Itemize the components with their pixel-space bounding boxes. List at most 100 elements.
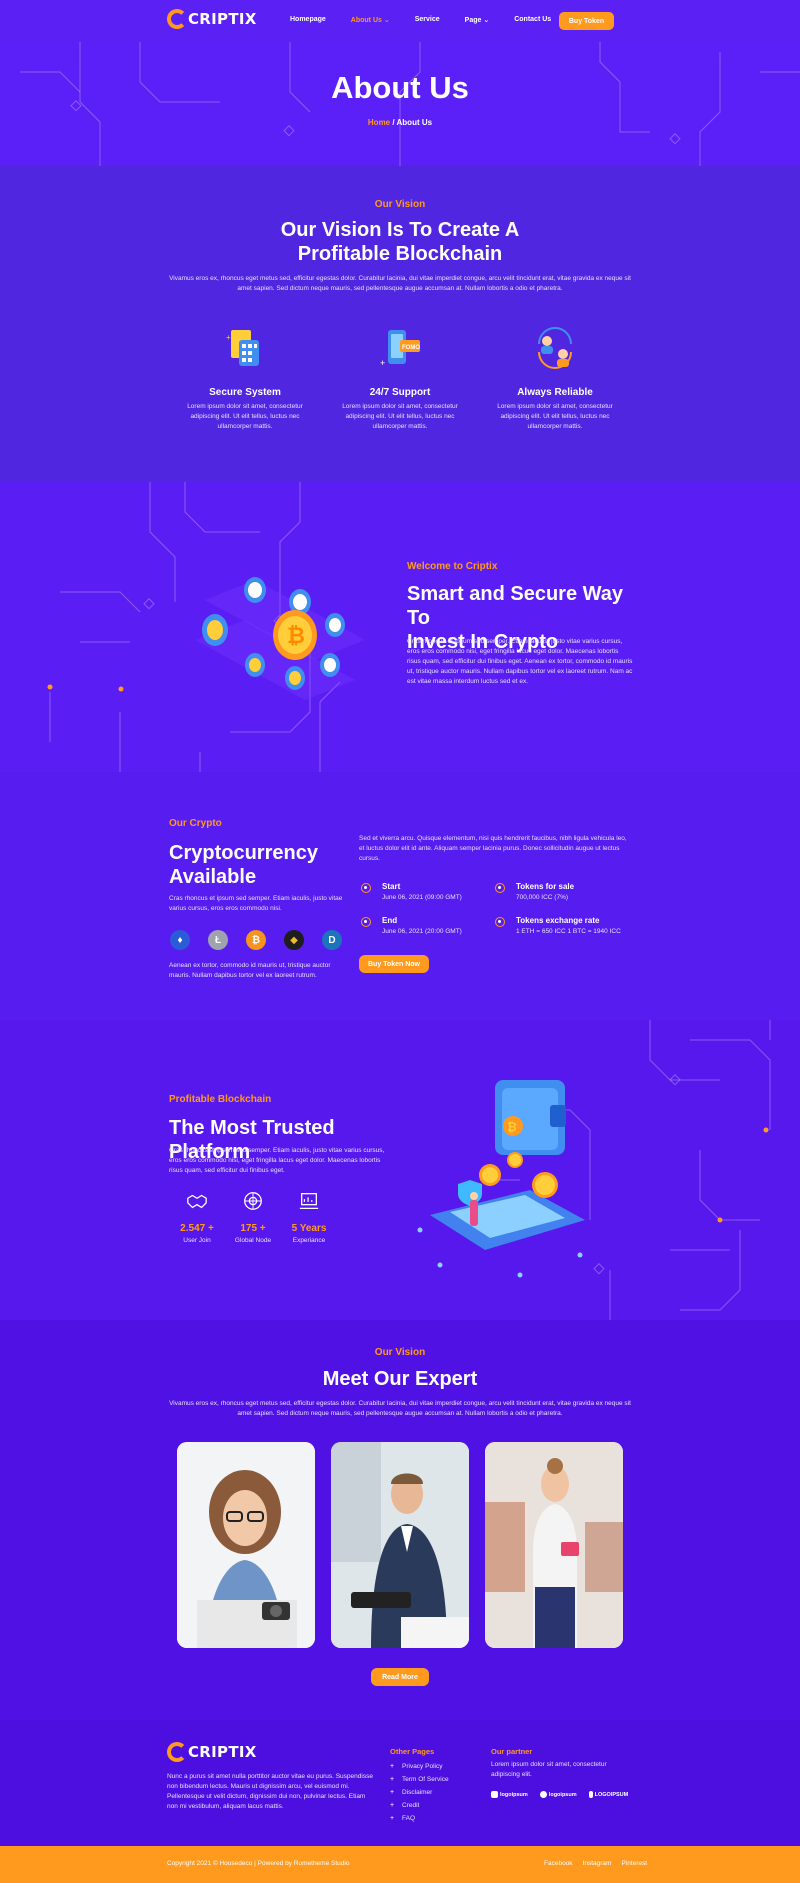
svg-text:+: + [380, 358, 385, 368]
handshake-icon [187, 1194, 207, 1209]
wallet-isometric-illustration: ₿ [417, 1080, 585, 1278]
footer-link-term-of-service[interactable]: Term Of Service [390, 1773, 449, 1786]
svg-text:FOMO: FOMO [402, 345, 420, 351]
page-title: About Us [331, 70, 469, 105]
nav-about-us[interactable]: About Us ⌄ [351, 16, 390, 24]
ico-label: Tokens for sale [516, 882, 575, 891]
footer-about-text: Nunc a purus sit amet nulla porttitor au… [167, 1773, 373, 1810]
svg-text:₿: ₿ [507, 1120, 517, 1134]
binance-coin-icon[interactable]: ◆ [284, 930, 304, 950]
section-text: Cras rhoncus et ipsum sed semper. Etiam … [407, 638, 633, 685]
copyright-bar: Copyright 2021 © Housedeco | Powered by … [0, 1846, 800, 1883]
litecoin-coin-icon[interactable]: Ł [208, 930, 228, 950]
read-more-button[interactable]: Read More [371, 1668, 429, 1686]
nav-homepage[interactable]: Homepage [290, 16, 326, 24]
coin-list: ♦ Ł ₿ ◆ D [170, 930, 360, 950]
stat-value: 5 Years [291, 1223, 327, 1234]
globe-node-icon [244, 1192, 262, 1210]
feature-secure-system: + Secure System Lorem ipsum dolor sit am… [175, 324, 315, 432]
ico-value: June 06, 2021 (20:00 GMT) [382, 928, 462, 935]
expert-card[interactable] [485, 1442, 623, 1648]
ethereum-coin-icon[interactable]: ♦ [170, 930, 190, 950]
ico-label: End [382, 916, 398, 925]
nav-contact-us[interactable]: Contact Us [514, 16, 551, 24]
svg-text:₿: ₿ [287, 623, 305, 648]
footer-pages-list: Privacy Policy Term Of Service Disclaime… [390, 1760, 449, 1825]
social-link-facebook[interactable]: Facebook [544, 1860, 573, 1867]
plus-circle-icon [361, 883, 371, 893]
footer: CRIPTIX Nunc a purus sit amet nulla port… [0, 1720, 800, 1846]
partner-logo[interactable]: LOGOIPSUM [588, 1791, 628, 1798]
nav-page[interactable]: Page ⌄ [465, 16, 490, 24]
feature-text: Lorem ipsum dolor sit amet, consectetur … [497, 403, 613, 430]
footer-link-privacy-policy[interactable]: Privacy Policy [390, 1760, 449, 1773]
breadcrumb-home[interactable]: Home [368, 118, 390, 127]
footer-partner-text: Lorem ipsum dolor sit amet, consectetur … [491, 1761, 607, 1778]
ico-exchange-rate: Tokens exchange rate 1 ETH = 650 ICC 1 B… [495, 916, 635, 935]
partner-logos: logoipsum logoipsum LOGOIPSUM [491, 1791, 640, 1798]
ico-value: June 06, 2021 (09:00 GMT) [382, 894, 462, 901]
section-title: Our Vision Is To Create A Profitable Bloc… [280, 219, 520, 265]
section-text: Vivamus eros ex, rhoncus eget metus sed,… [169, 275, 631, 292]
breadcrumb: Home / About Us [0, 118, 800, 127]
chevron-down-icon: ⌄ [483, 17, 490, 24]
social-links: Facebook Instagram Pinterest [534, 1860, 647, 1867]
ico-value: 1 ETH = 650 ICC 1 BTC = 1940 ICC [516, 928, 621, 935]
page: CRIPTIX Homepage About Us ⌄ Service Page… [0, 0, 800, 1883]
buy-token-button[interactable]: Buy Token [559, 12, 614, 30]
feature-text: Lorem ipsum dolor sit amet, consectetur … [187, 403, 303, 430]
partner-logo[interactable]: logoipsum [491, 1791, 528, 1798]
section-eyebrow: Welcome to Criptix [407, 561, 498, 572]
crypto-section: Our Crypto Cryptocurrency Available Cras … [0, 772, 800, 1020]
stat-experience: 5 Years Experiance [274, 1190, 344, 1244]
section-text: Vivamus eros ex, rhoncus eget metus sed,… [169, 1400, 631, 1417]
section-text: Cras rhoncus et ipsum sed semper. Etiam … [169, 1147, 385, 1174]
feature-support: FOMO + 24/7 Support Lorem ipsum dolor si… [330, 324, 470, 432]
page-hero: About Us Home / About Us [0, 42, 800, 166]
footer-link-faq[interactable]: FAQ [390, 1812, 449, 1825]
platform-section: ₿ Profitable Blockchain The Most Trusted… [0, 1020, 800, 1320]
expert-card[interactable] [331, 1442, 469, 1648]
dash-coin-icon[interactable]: D [322, 930, 342, 950]
section-eyebrow: Our Vision [374, 199, 426, 210]
expert-photo-woman-office [485, 1442, 623, 1648]
top-navbar: CRIPTIX Homepage About Us ⌄ Service Page… [0, 0, 800, 42]
feature-title: Always Reliable [517, 387, 593, 398]
crypto-isometric-illustration: ₿ [195, 577, 365, 700]
logo-text: CRIPTIX [188, 1743, 257, 1761]
buy-token-now-button[interactable]: Buy Token Now [359, 955, 429, 973]
nav-service[interactable]: Service [415, 16, 440, 24]
footer-link-credit[interactable]: Credit [390, 1799, 449, 1812]
expert-card[interactable] [177, 1442, 315, 1648]
section-text: Cras rhoncus et ipsum sed semper. Etiam … [169, 895, 343, 912]
feature-title: 24/7 Support [369, 387, 431, 398]
reliable-icon [538, 327, 572, 369]
logo-mark-icon [167, 1742, 187, 1762]
expert-photo-woman-glasses [177, 1442, 315, 1648]
feature-title: Secure System [209, 387, 281, 398]
feature-text: Lorem ipsum dolor sit amet, consectetur … [342, 403, 458, 430]
plus-circle-icon [495, 917, 505, 927]
copyright-text: Copyright 2021 © Housedeco | Powered by … [167, 1860, 350, 1867]
ico-end: End June 06, 2021 (20:00 GMT) [361, 916, 491, 935]
ico-label: Tokens exchange rate [516, 916, 600, 925]
support-icon: FOMO + [380, 330, 420, 368]
secure-system-icon: + [226, 330, 259, 366]
logo-mark-icon [167, 9, 187, 29]
footer-link-disclaimer[interactable]: Disclaimer [390, 1786, 449, 1799]
ico-value: 700,000 ICC (7%) [516, 894, 569, 901]
experience-chart-icon [299, 1193, 319, 1209]
plus-circle-icon [495, 883, 505, 893]
section-title: Meet Our Expert [322, 1368, 478, 1390]
main-nav: Homepage About Us ⌄ Service Page ⌄ Conta… [290, 16, 576, 24]
logo[interactable]: CRIPTIX [167, 9, 257, 29]
social-link-instagram[interactable]: Instagram [583, 1860, 612, 1867]
bitcoin-coin-icon[interactable]: ₿ [246, 930, 266, 950]
footer-logo[interactable]: CRIPTIX [167, 1742, 257, 1762]
feature-reliable: Always Reliable Lorem ipsum dolor sit am… [485, 324, 625, 432]
partner-logo[interactable]: logoipsum [539, 1791, 577, 1798]
welcome-section: ₿ Welcome to Criptix Smart and Secure Wa… [0, 482, 800, 772]
footer-partner-heading: Our partner [491, 1747, 533, 1756]
social-link-pinterest[interactable]: Pinterest [621, 1860, 647, 1867]
section-eyebrow: Our Crypto [169, 818, 222, 829]
